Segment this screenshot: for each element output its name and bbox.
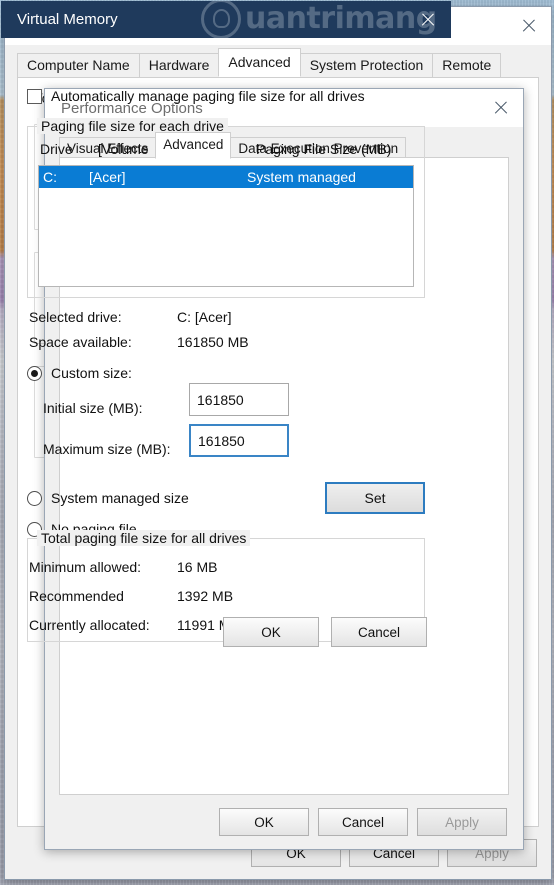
row-drive: C: (43, 169, 57, 185)
row-paging-size: System managed (247, 169, 356, 185)
auto-manage-paging-checkbox[interactable] (27, 88, 42, 104)
space-available-row: Space available: 161850 MB (29, 334, 409, 352)
column-header-volume: [Volume (98, 141, 149, 157)
space-available-value: 161850 MB (177, 334, 249, 350)
virtual-memory-cancel-button[interactable]: Cancel (331, 617, 427, 647)
table-row[interactable]: C: [Acer] System managed (39, 166, 413, 188)
selected-drive-label: Selected drive: (29, 309, 122, 325)
system-managed-size-radio[interactable] (27, 490, 42, 506)
auto-manage-paging-label: Automatically manage paging file size fo… (51, 88, 365, 104)
paging-drives-listbox[interactable]: C: [Acer] System managed (38, 165, 414, 287)
initial-size-label: Initial size (MB): (43, 400, 143, 416)
quantrimang-watermark: uantrimang (201, 1, 437, 38)
close-icon (420, 12, 436, 28)
screen: System Properties Computer Name Hardware… (0, 0, 554, 885)
virtual-memory-dialog: Virtual Memory uantrimang Automatically … (0, 0, 452, 666)
recommended-value: 1392 MB (177, 588, 234, 604)
system-properties-close-button[interactable] (507, 7, 551, 45)
initial-size-input[interactable]: 161850 (189, 383, 289, 416)
column-header-paging-file-size: Paging File Size (MB) (256, 141, 392, 157)
space-available-label: Space available: (29, 334, 132, 350)
selected-drive-row: Selected drive: C: [Acer] (29, 309, 409, 327)
custom-size-label: Custom size: (51, 365, 132, 381)
custom-size-radio[interactable] (27, 365, 42, 381)
close-icon (493, 100, 509, 116)
system-managed-size-radio-row[interactable]: System managed size (27, 490, 189, 506)
performance-options-footer: OK Cancel Apply (45, 795, 523, 849)
currently-allocated-label: Currently allocated: (29, 617, 150, 633)
virtual-memory-title: Virtual Memory (17, 11, 118, 28)
virtual-memory-footer: OK Cancel (223, 617, 427, 647)
set-button[interactable]: Set (325, 482, 425, 514)
tab-advanced[interactable]: Advanced (218, 48, 301, 77)
tab-perf-advanced[interactable]: Advanced (155, 132, 232, 159)
virtual-memory-ok-button[interactable]: OK (223, 617, 319, 647)
custom-size-radio-row[interactable]: Custom size: (27, 365, 132, 381)
performance-options-apply-button: Apply (417, 808, 507, 836)
performance-options-close-button[interactable] (479, 89, 523, 127)
virtual-memory-titlebar: Virtual Memory uantrimang (1, 1, 451, 38)
selected-drive-value: C: [Acer] (177, 309, 232, 325)
total-paging-file-group-title: Total paging file size for all drives (37, 530, 251, 546)
close-icon (521, 18, 537, 34)
minimum-allowed-value: 16 MB (177, 559, 218, 575)
virtual-memory-close-button[interactable] (405, 1, 451, 38)
maximum-size-label: Maximum size (MB): (43, 441, 171, 457)
minimum-allowed-label: Minimum allowed: (29, 559, 142, 575)
performance-options-ok-button[interactable]: OK (219, 808, 309, 836)
recommended-label: Recommended (29, 588, 124, 604)
lightbulb-speech-bubble-icon (201, 1, 241, 38)
performance-options-cancel-button[interactable]: Cancel (318, 808, 408, 836)
maximum-size-input[interactable]: 161850 (189, 424, 289, 457)
system-managed-size-label: System managed size (51, 490, 189, 506)
row-volume: [Acer] (89, 169, 126, 185)
auto-manage-paging-row[interactable]: Automatically manage paging file size fo… (27, 88, 365, 104)
column-header-drive: Drive (40, 141, 73, 157)
